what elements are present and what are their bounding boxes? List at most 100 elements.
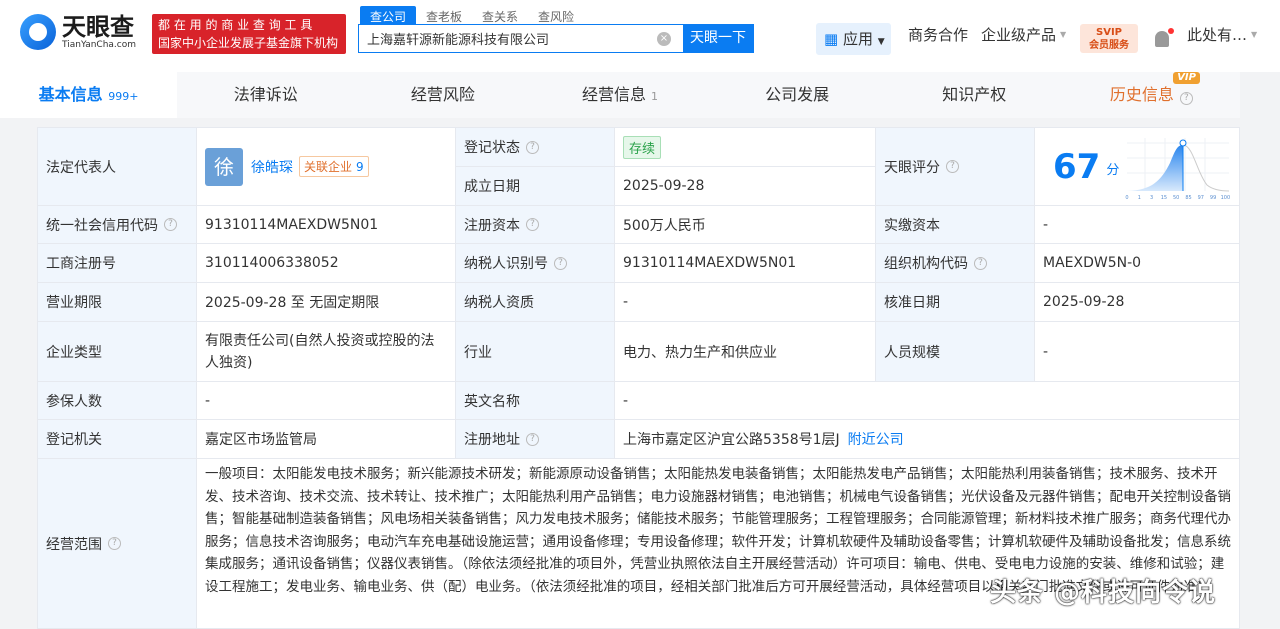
related-companies-badge[interactable]: 关联企业 9 [299, 156, 369, 177]
tab-label: 基本信息 [38, 85, 103, 104]
tab-risk[interactable]: 经营风险 [354, 72, 531, 118]
tab-development[interactable]: 公司发展 [709, 72, 886, 118]
approve-date-label: 核准日期 [876, 283, 1035, 321]
nearby-companies-link[interactable]: 附近公司 [848, 429, 904, 449]
taxid-label: 纳税人识别号? [456, 244, 615, 282]
tab-operation[interactable]: 经营信息 1 [531, 72, 708, 118]
tab-label: 历史信息 [1109, 85, 1174, 104]
tax-qualification-value: - [615, 283, 876, 321]
term-value: 2025-09-28 至 无固定期限 [197, 283, 456, 321]
bell-icon[interactable] [1155, 31, 1169, 47]
score-tick-label: 99 [1210, 195, 1216, 201]
reg-status-cell: 存续 [615, 128, 876, 166]
tab-ip[interactable]: 知识产权 [886, 72, 1063, 118]
authority-label: 登记机关 [38, 420, 197, 458]
legal-rep-link[interactable]: 徐皓琛 [251, 157, 293, 177]
apps-menu[interactable]: ▦ 应用 ▼ [816, 23, 891, 55]
score-distribution-chart: 0 1 3 15 50 85 97 99 100 [1125, 137, 1231, 201]
table-row: 工商注册号 310114006338052 纳税人识别号? 91310114MA… [38, 244, 1240, 283]
industry-value: 电力、热力生产和供应业 [615, 322, 876, 381]
search-input[interactable] [359, 25, 645, 52]
header: 天眼查 TianYanCha.com 都 在 用 的 商 业 查 询 工 具国家中… [0, 0, 1280, 72]
score-tick-label: 0 [1125, 195, 1128, 201]
score-tick-label: 1 [1138, 195, 1141, 201]
table-row: 登记机关 嘉定区市场监管局 注册地址? 上海市嘉定区沪宜公路5358号1层J 附近… [38, 420, 1240, 459]
capital-value: 500万人民币 [615, 206, 876, 243]
tab-history[interactable]: 历史信息? VIP [1063, 72, 1240, 118]
english-name-value: - [615, 382, 1240, 419]
tab-basic-info[interactable]: 基本信息 999+ [0, 72, 178, 118]
vip-badge: VIP [1173, 72, 1200, 84]
help-icon[interactable]: ? [526, 218, 539, 231]
user-menu[interactable]: 此处有… ▼ [1187, 24, 1257, 45]
tab-count: 999+ [108, 90, 139, 103]
term-label: 营业期限 [38, 283, 197, 321]
table-row: 法定代表人 徐徐皓琛 关联企业 9 登记状态? 存续 成立日期 2025-09-28… [38, 128, 1240, 206]
notification-dot [1168, 28, 1174, 34]
clear-icon[interactable]: × [657, 32, 671, 46]
score-tick-label: 15 [1161, 195, 1167, 201]
regno-label: 工商注册号 [38, 244, 197, 282]
biz-link[interactable]: 商务合作 [908, 24, 968, 45]
scope-label: 经营范围? [38, 459, 197, 628]
table-row: 营业期限 2025-09-28 至 无固定期限 纳税人资质 - 核准日期 202… [38, 283, 1240, 322]
staff-value: - [1035, 322, 1240, 381]
search-button[interactable]: 天眼一下 [683, 25, 753, 52]
tab-legal[interactable]: 法律诉讼 [177, 72, 354, 118]
watermark: 头条 @科技向令说 [990, 578, 1217, 608]
score-value: 67 [1053, 146, 1101, 187]
found-date-value: 2025-09-28 [615, 167, 876, 205]
help-icon[interactable]: ? [554, 256, 567, 270]
related-label: 关联企业 [304, 160, 353, 174]
tab-count: 1 [651, 90, 659, 103]
help-icon[interactable]: ? [946, 160, 959, 173]
apps-label: 应用 [842, 30, 873, 48]
type-value: 有限责任公司(自然人投资或控股的法人独资) [197, 322, 456, 381]
help-icon[interactable]: ? [164, 218, 177, 231]
regno-value: 310114006338052 [197, 244, 456, 282]
label-text: 天眼评分 [884, 159, 940, 176]
logo-domain: TianYanCha.com [62, 40, 137, 50]
score-area [1127, 144, 1183, 191]
insured-value: - [197, 382, 456, 419]
authority-value: 嘉定区市场监管局 [197, 420, 456, 458]
address-value: 上海市嘉定区沪宜公路5358号1层J [623, 432, 840, 448]
enterprise-menu[interactable]: 企业级产品 ▼ [981, 24, 1066, 45]
slogan-banner: 都 在 用 的 商 业 查 询 工 具国家中小企业发展子基金旗下机构 [152, 14, 346, 54]
label-text: 经营范围 [46, 536, 102, 553]
legal-rep-cell: 徐徐皓琛 关联企业 9 [197, 128, 456, 205]
score-label: 天眼评分? [876, 128, 1035, 205]
score-tick-label: 100 [1221, 195, 1231, 201]
tax-qualification-label: 纳税人资质 [456, 283, 615, 321]
page-margin [1240, 72, 1280, 626]
caret-down-icon: ▼ [1251, 30, 1258, 39]
related-count: 9 [356, 160, 364, 174]
help-icon[interactable]: ? [108, 537, 121, 550]
approve-date-value: 2025-09-28 [1035, 283, 1240, 321]
paid-capital-label: 实缴资本 [876, 206, 1035, 243]
grid-icon: ▦ [824, 30, 839, 48]
logo-eye-icon [20, 14, 56, 50]
logo[interactable]: 天眼查 TianYanCha.com [20, 14, 136, 50]
score-cell: 67 分 0 1 3 15 50 85 97 99 100 [1035, 128, 1240, 205]
label-text: 注册资本 [464, 217, 520, 234]
taxid-value: 91310114MAEXDW5N01 [615, 244, 876, 282]
svip-button[interactable]: SVIP 会员服务 [1080, 24, 1138, 53]
score-curve-rest [1182, 144, 1230, 191]
table-row: 参保人数 - 英文名称 - [38, 382, 1240, 420]
help-icon[interactable]: ? [526, 432, 539, 446]
help-icon[interactable]: ? [526, 140, 539, 154]
reg-status-label: 登记状态? [456, 128, 615, 166]
score-tick-label: 3 [1150, 195, 1153, 201]
help-icon[interactable]: ? [974, 256, 987, 270]
staff-label: 人员规模 [876, 322, 1035, 381]
address-cell: 上海市嘉定区沪宜公路5358号1层J 附近公司 [615, 420, 1240, 458]
label-text: 登记状态 [464, 140, 520, 156]
type-label: 企业类型 [38, 322, 197, 381]
svip-sub: 会员服务 [1089, 40, 1129, 51]
help-icon[interactable]: ? [1179, 92, 1193, 105]
label-text: 纳税人识别号 [464, 256, 548, 272]
logo-name: 天眼查 [62, 13, 134, 41]
capital-label: 注册资本? [456, 206, 615, 243]
user-name: 此处有… [1187, 26, 1248, 44]
